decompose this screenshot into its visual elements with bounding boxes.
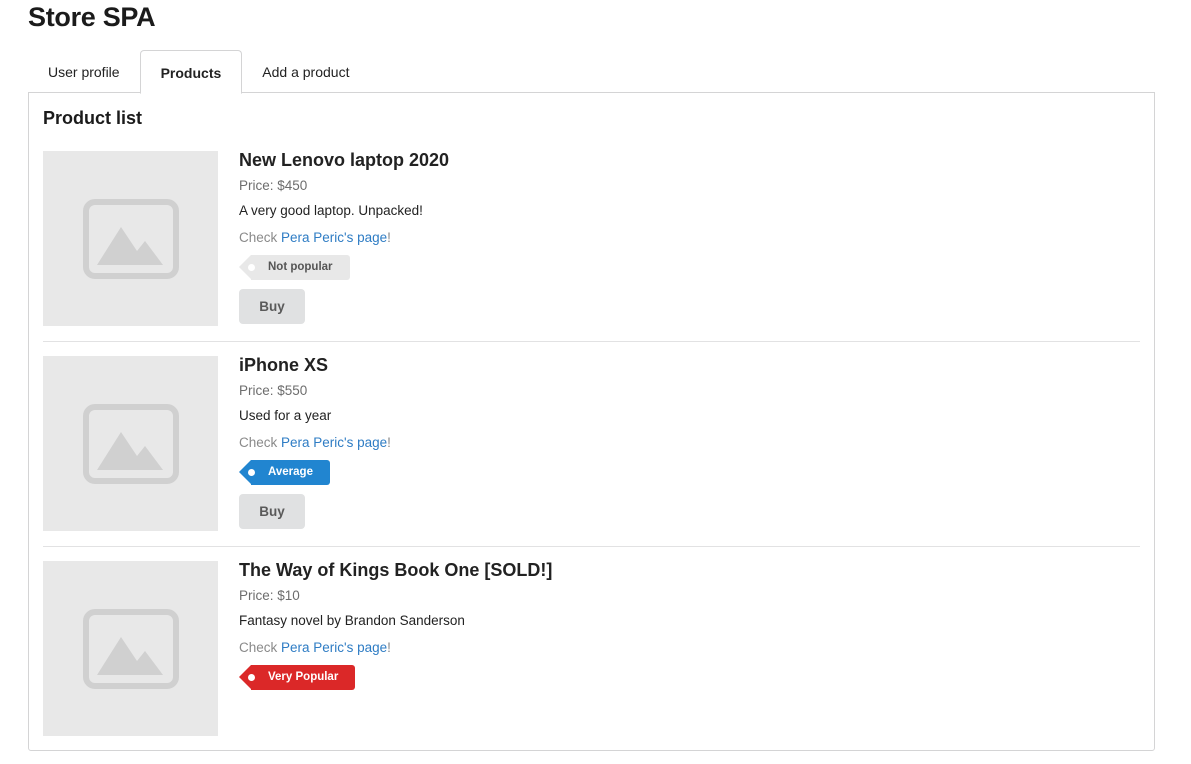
popularity-text: Average	[268, 466, 313, 478]
buy-button[interactable]: Buy	[239, 289, 305, 324]
check-suffix: !	[387, 435, 391, 450]
product-description: Fantasy novel by Brandon Sanderson	[239, 613, 465, 628]
product-owner-line: Check Pera Peric's page!	[239, 230, 391, 245]
popularity-label: Very Popular	[238, 665, 356, 690]
product-price: Price: $450	[239, 178, 308, 193]
image-placeholder-icon	[83, 199, 179, 279]
product-name: iPhone XS	[239, 355, 329, 375]
popularity-label: Average	[239, 460, 330, 485]
popularity-label: Not popular	[239, 255, 350, 280]
product-price: Price: $10	[239, 588, 300, 603]
owner-page-link[interactable]: Pera Peric's page	[281, 640, 387, 655]
item-divider	[43, 341, 1140, 342]
check-prefix: Check	[239, 435, 282, 450]
buy-button[interactable]: Buy	[239, 494, 305, 529]
product-item: iPhone XS Price: $550 Used for a year Ch…	[43, 355, 1140, 531]
products-panel: Product list New Lenovo laptop 2020 Pric…	[28, 92, 1155, 751]
tag-hole	[248, 674, 255, 681]
product-image-placeholder	[43, 151, 218, 326]
product-price: Price: $550	[239, 383, 308, 398]
check-suffix: !	[387, 640, 391, 655]
product-name: New Lenovo laptop 2020	[239, 150, 450, 170]
tab-products[interactable]: Products	[139, 50, 243, 94]
popularity-text: Not popular	[268, 261, 333, 273]
tag-hole	[248, 264, 255, 271]
product-name: The Way of Kings Book One [SOLD!]	[239, 560, 553, 580]
check-prefix: Check	[239, 230, 282, 245]
tag-hole	[248, 469, 255, 476]
product-owner-line: Check Pera Peric's page!	[239, 435, 391, 450]
product-image-placeholder	[43, 561, 218, 736]
tab-add-product[interactable]: Add a product	[242, 50, 369, 92]
product-item: The Way of Kings Book One [SOLD!] Price:…	[43, 560, 1140, 736]
product-item: New Lenovo laptop 2020 Price: $450 A ver…	[43, 150, 1140, 326]
app-title: Store SPA	[28, 2, 156, 32]
item-divider	[43, 546, 1140, 547]
product-description: A very good laptop. Unpacked!	[239, 203, 423, 218]
owner-page-link[interactable]: Pera Peric's page	[281, 435, 387, 450]
panel-title: Product list	[43, 108, 143, 128]
check-prefix: Check	[239, 640, 282, 655]
product-owner-line: Check Pera Peric's page!	[239, 640, 391, 655]
image-placeholder-icon	[83, 609, 179, 689]
tab-user-profile[interactable]: User profile	[28, 50, 140, 92]
tab-bar: User profile Products Add a product	[28, 50, 369, 94]
owner-page-link[interactable]: Pera Peric's page	[281, 230, 387, 245]
product-description: Used for a year	[239, 408, 332, 423]
check-suffix: !	[387, 230, 391, 245]
product-image-placeholder	[43, 356, 218, 531]
page: Store SPA User profile Products Add a pr…	[0, 0, 1191, 764]
image-placeholder-icon	[83, 404, 179, 484]
popularity-text: Very Popular	[268, 671, 339, 683]
